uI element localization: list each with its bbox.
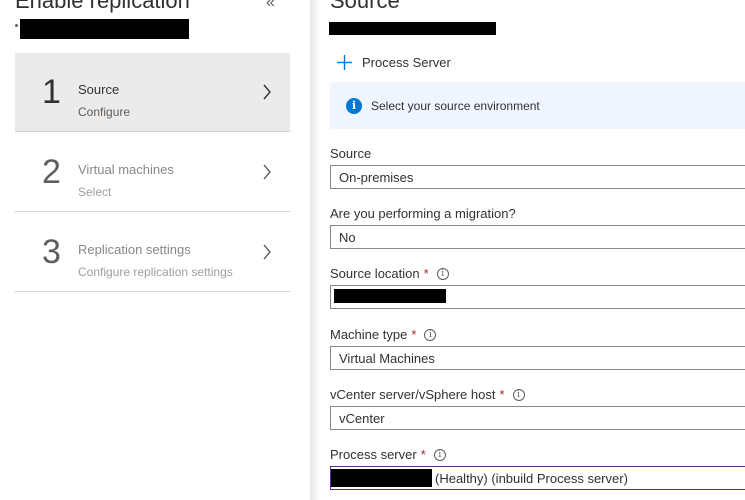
required-marker: * xyxy=(499,387,505,402)
wizard-step-virtual-machines[interactable]: 2 Virtual machines Select xyxy=(15,133,290,212)
redacted-subtitle xyxy=(20,19,189,39)
source-label: Source xyxy=(330,146,372,161)
process-server-label: Process Server xyxy=(362,54,451,70)
step-number: 1 xyxy=(42,73,61,111)
step-subtitle: Configure xyxy=(78,105,131,119)
page-title: Source xyxy=(330,0,400,13)
step-title: Virtual machines xyxy=(78,162,174,177)
migration-label: Are you performing a migration? xyxy=(330,206,516,221)
info-tooltip-icon[interactable]: i xyxy=(433,448,446,461)
wizard-step-replication-settings[interactable]: 3 Replication settings Configure replica… xyxy=(15,213,290,292)
vcenter-dropdown[interactable]: vCenter xyxy=(330,406,745,430)
step-number: 2 xyxy=(42,153,61,191)
wizard-pane: Enable replication « 1 Source Configure … xyxy=(0,0,310,500)
required-marker: * xyxy=(423,266,429,281)
migration-value: No xyxy=(339,229,356,245)
info-banner: i Select your source environment xyxy=(330,82,745,129)
chevron-right-icon xyxy=(263,164,271,180)
info-text: Select your source environment xyxy=(371,98,540,113)
required-marker: * xyxy=(420,447,426,462)
vcenter-value: vCenter xyxy=(339,410,385,426)
info-icon: i xyxy=(346,97,362,114)
info-tooltip-icon[interactable]: i xyxy=(512,388,525,401)
source-value: On-premises xyxy=(339,169,414,185)
required-marker: * xyxy=(411,327,417,342)
step-title: Replication settings xyxy=(78,242,191,257)
source-location-dropdown[interactable] xyxy=(330,285,745,309)
vcenter-label: vCenter server/vSphere host * i xyxy=(330,387,525,402)
info-tooltip-icon[interactable]: i xyxy=(436,267,449,280)
redacted-value xyxy=(331,469,432,487)
wizard-step-source[interactable]: 1 Source Configure xyxy=(15,53,290,132)
subtitle-marker xyxy=(15,24,18,27)
source-location-label: Source location * i xyxy=(330,266,449,281)
info-tooltip-icon[interactable]: i xyxy=(424,328,437,341)
machine-type-value: Virtual Machines xyxy=(339,350,435,366)
process-server-field-label: Process server * i xyxy=(330,447,446,462)
machine-type-dropdown[interactable]: Virtual Machines xyxy=(330,346,745,370)
step-title: Source xyxy=(78,82,120,97)
redacted-page-subtitle xyxy=(329,22,496,35)
migration-dropdown[interactable]: No xyxy=(330,225,745,249)
source-dropdown[interactable]: On-premises xyxy=(330,165,745,189)
machine-type-label: Machine type * i xyxy=(330,327,437,342)
plus-icon xyxy=(337,54,352,70)
wizard-title: Enable replication xyxy=(15,0,190,13)
process-server-value: (Healthy) (inbuild Process server) xyxy=(435,471,628,486)
process-server-dropdown[interactable]: (Healthy) (inbuild Process server) xyxy=(330,466,745,490)
double-chevron-left-icon[interactable]: « xyxy=(266,0,275,12)
redacted-value xyxy=(334,289,446,303)
step-subtitle: Configure replication settings xyxy=(78,265,233,279)
blade-divider-shadow xyxy=(310,0,320,500)
step-number: 3 xyxy=(42,233,61,271)
add-process-server-button[interactable]: Process Server xyxy=(336,52,451,72)
step-subtitle: Select xyxy=(78,185,112,199)
chevron-right-icon xyxy=(263,84,271,100)
chevron-right-icon xyxy=(263,244,271,260)
